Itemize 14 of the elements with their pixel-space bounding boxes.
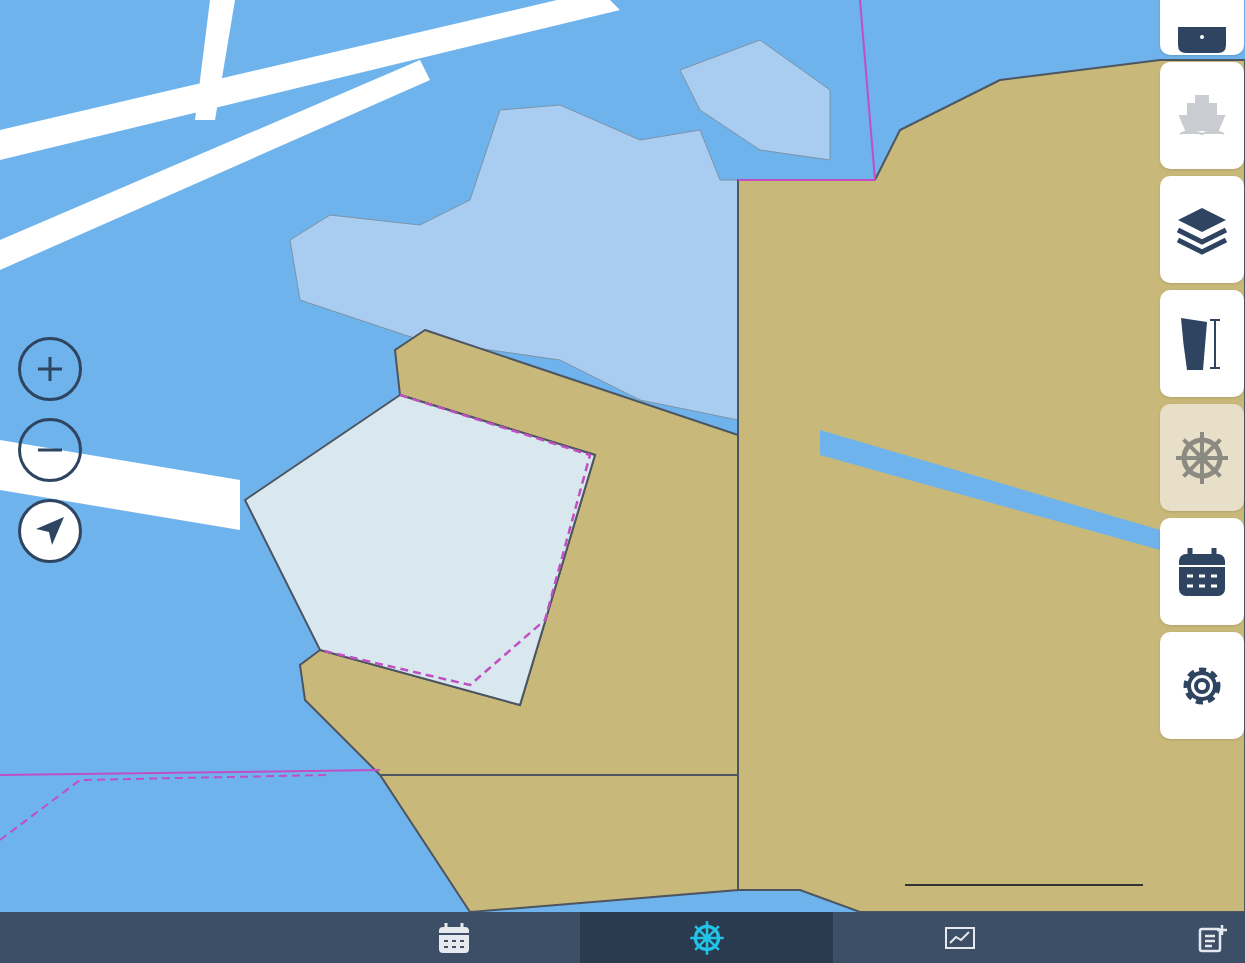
toolbar-button[interactable] (1160, 290, 1244, 397)
zoom-in-button[interactable] (18, 337, 82, 401)
toolbar-button[interactable] (1160, 176, 1244, 283)
line-chart-icon (944, 926, 975, 949)
add-note-icon (1198, 922, 1228, 953)
zoom-out-button[interactable] (18, 418, 82, 482)
toolbar-button[interactable] (1160, 518, 1244, 625)
toolbar-button[interactable] (1160, 632, 1244, 739)
ship-wheel-icon (1174, 429, 1230, 486)
calendar-icon (1177, 545, 1227, 598)
ship-icon (1176, 93, 1228, 138)
ship-wheel-icon (688, 919, 725, 956)
tab[interactable] (580, 912, 833, 963)
calendar-icon (436, 920, 471, 955)
